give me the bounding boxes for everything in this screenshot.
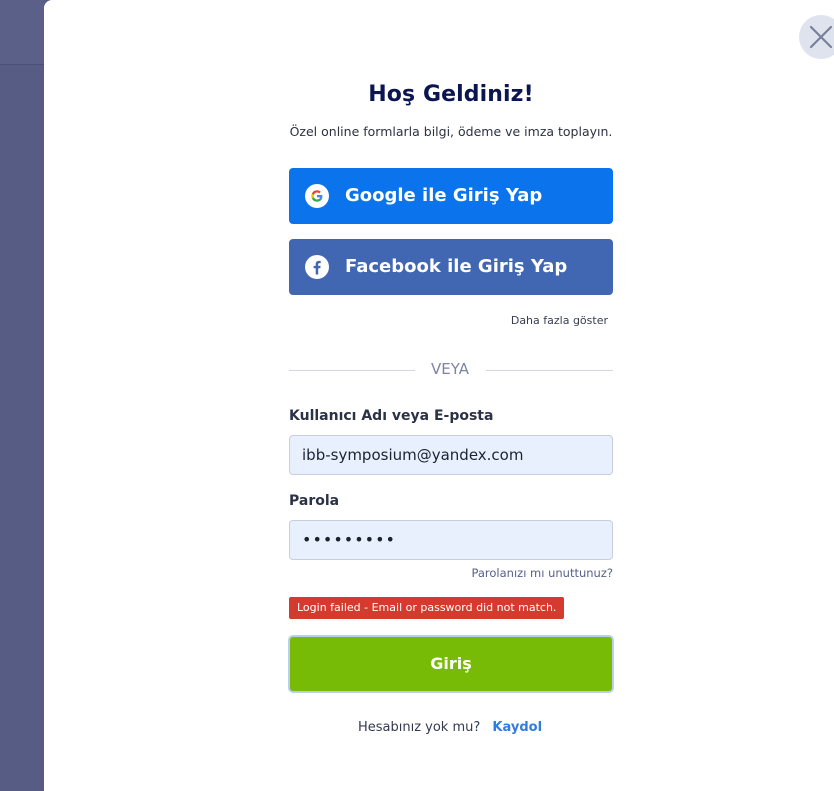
signup-link[interactable]: Kaydol: [492, 720, 542, 735]
show-more-link[interactable]: Daha fazla göster: [470, 314, 608, 327]
facebook-login-button[interactable]: Facebook ile Giriş Yap: [289, 239, 613, 295]
google-login-button[interactable]: Google ile Giriş Yap: [289, 168, 613, 224]
username-label: Kullanıcı Adı veya E-posta: [289, 408, 494, 424]
background-panel: [0, 0, 44, 791]
signup-question: Hesabınız yok mu?: [357, 720, 481, 735]
close-icon: [809, 25, 833, 49]
facebook-login-label: Facebook ile Giriş Yap: [345, 256, 568, 277]
error-message: Login failed - Email or password did not…: [289, 597, 565, 619]
google-icon: [305, 184, 329, 208]
facebook-icon: [305, 255, 329, 279]
divider-line-right: [486, 370, 613, 371]
password-label: Parola: [289, 493, 340, 509]
signup-row: Hesabınız yok mu? Kaydol: [300, 720, 600, 735]
username-input[interactable]: [289, 435, 613, 475]
google-login-label: Google ile Giriş Yap: [345, 185, 543, 206]
page-subtitle: Özel online formlarla bilgi, ödeme ve im…: [289, 124, 613, 139]
login-submit-button[interactable]: Giriş: [288, 635, 614, 693]
divider-or: VEYA: [431, 360, 469, 378]
background-header-band: [0, 0, 44, 65]
password-input[interactable]: •••••••••: [289, 520, 613, 560]
divider-line-left: [289, 370, 415, 371]
forgot-password-link[interactable]: Parolanızı mı unuttunuz?: [440, 566, 613, 580]
page-title: Hoş Geldiniz!: [368, 82, 534, 107]
